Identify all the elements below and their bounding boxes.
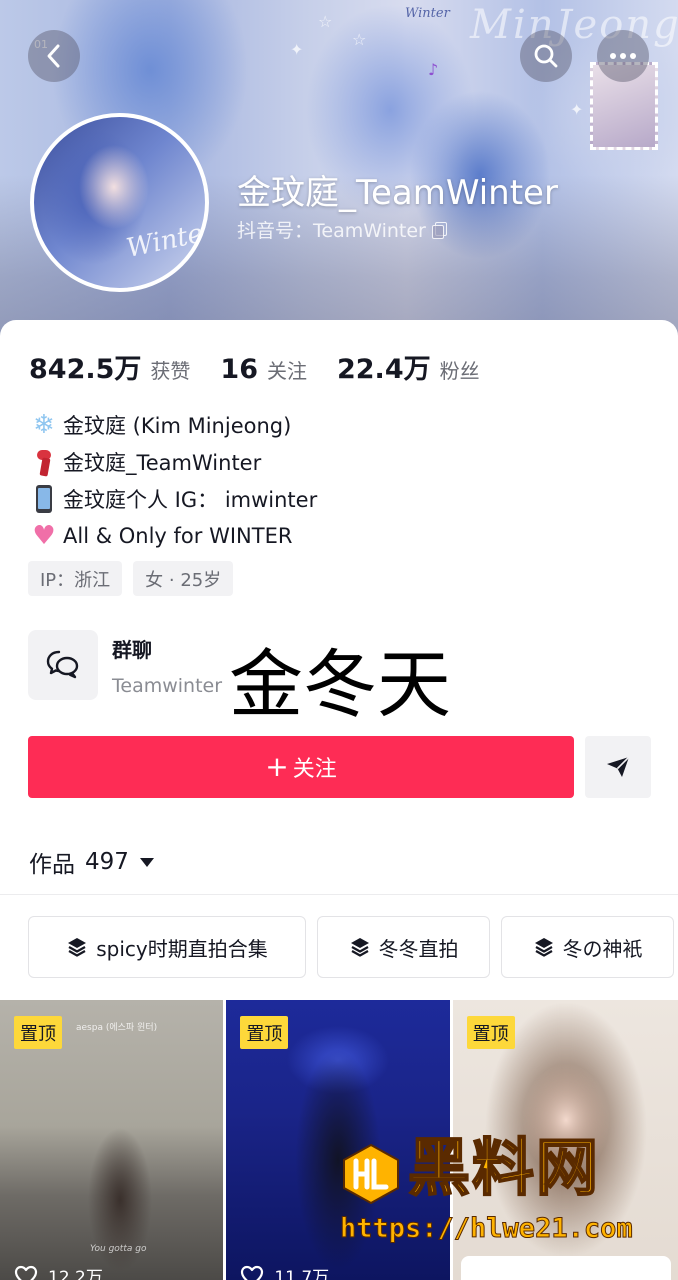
pinned-badge: 置顶 xyxy=(14,1016,62,1049)
bio-text: 金玟庭 (Kim Minjeong) xyxy=(63,413,292,438)
collection-chip[interactable]: 冬冬直拍 xyxy=(317,916,490,978)
star-deco: ☆ xyxy=(352,30,367,49)
bio-line: ♥ All & Only for WINTER xyxy=(29,517,317,554)
video-overlay-card xyxy=(460,1256,671,1280)
stat-followers[interactable]: 22.4万 粉丝 xyxy=(337,347,480,386)
bio: ❄ 金玟庭 (Kim Minjeong) 金玟庭_TeamWinter 金玟庭个… xyxy=(29,406,317,554)
bio-line: 金玟庭个人 IG： imwinter xyxy=(29,480,317,517)
like-count: 11.7万 xyxy=(240,1263,329,1280)
copy-icon[interactable] xyxy=(431,221,447,239)
send-icon xyxy=(607,756,630,777)
star-deco: ✦ xyxy=(290,40,304,59)
caret-down-icon xyxy=(139,857,154,867)
group-chat-subtitle: Teamwinter xyxy=(112,674,223,697)
collection-label: spicy时期直拍合集 xyxy=(96,936,268,961)
watermark-logo-icon xyxy=(343,1143,399,1205)
stat-likes[interactable]: 842.5万 获赞 xyxy=(29,347,190,386)
watermark-text: 黑料网 xyxy=(407,1131,601,1204)
like-count-text: 11.7万 xyxy=(274,1268,330,1280)
star-deco: ☆ xyxy=(318,12,333,31)
plus-icon: + xyxy=(265,750,289,783)
bio-text: 金玟庭_TeamWinter xyxy=(63,450,262,475)
pinned-badge: 置顶 xyxy=(466,1016,515,1049)
watermark-url: https://hlwe21.com xyxy=(340,1213,634,1245)
heart-outline-icon xyxy=(14,1265,38,1280)
group-chat-icon-box xyxy=(28,630,98,700)
collection-chip[interactable]: spicy时期直拍合集 xyxy=(28,916,306,978)
like-count-text: 12.2万 xyxy=(48,1268,103,1280)
douyin-id[interactable]: 抖音号：TeamWinter xyxy=(237,216,447,243)
douyin-id-text: 抖音号：TeamWinter xyxy=(237,220,426,242)
video-subtitle: You gotta go xyxy=(90,1244,147,1254)
profile-tags: IP：浙江 女 · 25岁 xyxy=(28,561,234,596)
share-button[interactable] xyxy=(585,736,651,798)
works-count: 497 xyxy=(85,849,129,875)
stat-value: 22.4万 xyxy=(336,354,431,385)
bio-text: All & Only for WINTER xyxy=(63,523,293,548)
more-button[interactable] xyxy=(597,30,649,82)
search-button[interactable] xyxy=(520,30,572,82)
bio-line: ❄ 金玟庭 (Kim Minjeong) xyxy=(29,406,317,443)
stat-value: 842.5万 xyxy=(29,354,142,385)
banner-big-text: MinJeong xyxy=(470,2,678,48)
layers-icon xyxy=(350,938,369,957)
chevron-left-icon xyxy=(47,44,60,68)
avatar[interactable]: Winter xyxy=(30,113,209,292)
works-label: 作品 xyxy=(29,852,75,878)
more-dots-icon xyxy=(610,53,636,59)
gender-age-tag: 女 · 25岁 xyxy=(133,561,234,596)
collection-label: 冬冬直拍 xyxy=(378,936,459,961)
stat-value: 16 xyxy=(220,354,258,385)
like-count: 12.2万 xyxy=(14,1263,103,1280)
works-tab[interactable]: 作品 497 xyxy=(29,845,154,879)
layers-icon xyxy=(68,938,87,957)
stats-row: 842.5万 获赞 16 关注 22.4万 粉丝 xyxy=(29,347,510,386)
overlay-title: 金冬天 xyxy=(229,642,451,728)
group-chat-title: 群聊 xyxy=(112,637,152,662)
divider xyxy=(0,894,678,895)
pinned-badge: 置顶 xyxy=(240,1016,289,1049)
snowflake-icon: ❄ xyxy=(33,409,55,440)
heart-icon: ♥ xyxy=(32,520,56,551)
collection-label: 冬の神衹 xyxy=(562,936,643,961)
back-button[interactable] xyxy=(28,30,80,82)
layers-icon xyxy=(534,938,553,957)
banner-script-text: Winter xyxy=(405,6,450,21)
stat-following[interactable]: 16 关注 xyxy=(220,354,307,385)
chat-bubbles-icon xyxy=(46,650,79,679)
search-icon xyxy=(534,44,558,68)
stat-label: 关注 xyxy=(266,359,307,383)
phone-icon xyxy=(29,484,59,514)
watermark: 黑料网 https://hlwe21.com xyxy=(336,1131,646,1247)
collections-row: spicy时期直拍合集 冬冬直拍 冬の神衹 xyxy=(28,916,674,978)
profile-name: 金玟庭_TeamWinter xyxy=(237,173,558,213)
heart-outline-icon xyxy=(241,1265,264,1280)
bio-line: 金玟庭_TeamWinter xyxy=(29,443,317,480)
group-chat-entry[interactable]: 群聊 Teamwinter xyxy=(28,630,222,700)
ip-location-tag: IP：浙江 xyxy=(28,561,123,596)
collection-chip[interactable]: 冬の神衹 xyxy=(501,916,674,978)
star-deco: ✦ xyxy=(570,100,584,119)
follow-label: 关注 xyxy=(292,757,337,782)
follow-button[interactable]: + 关注 xyxy=(28,736,574,798)
music-note-icon: ♪ xyxy=(428,60,439,79)
stat-label: 粉丝 xyxy=(439,359,480,383)
video-tile[interactable]: aespa (에스파 윈터) You gotta go 置顶 12.2万 xyxy=(0,1000,224,1280)
video-caption: aespa (에스파 윈터) xyxy=(76,1023,158,1033)
stat-label: 获赞 xyxy=(150,359,191,383)
bio-text: 金玟庭个人 IG： imwinter xyxy=(63,487,318,512)
scarf-icon xyxy=(29,447,59,477)
